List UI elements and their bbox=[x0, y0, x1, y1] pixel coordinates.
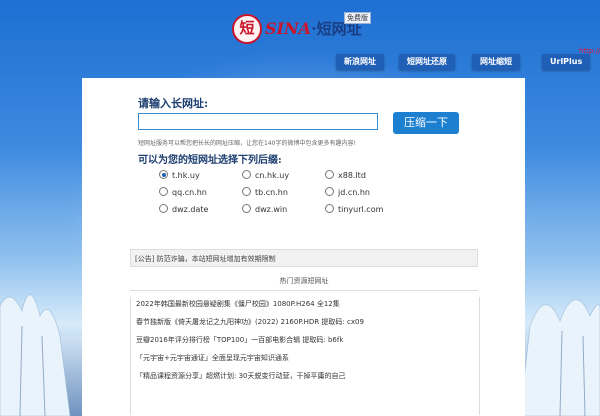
suffix-option[interactable]: x88.ltd bbox=[325, 170, 366, 180]
resource-link[interactable]: 「元宇宙+元宇宙通证」全面呈现元宇宙知识通系 bbox=[136, 353, 289, 363]
resource-link[interactable]: 「精品课程资源分享」超燃计划: 30天蜕变行动营，干掉平庸的自己 bbox=[136, 371, 346, 381]
overflow-text: http://... bbox=[579, 47, 600, 55]
hot-resources-title: 热门资源短网址 bbox=[279, 277, 329, 285]
service-hint: 短网址服务可以帮您把长长的网址压缩，让您在140字的微博中包含更多有趣内容! bbox=[138, 140, 356, 147]
resource-link[interactable]: 豆瓣2016年评分排行榜「TOP100」一百部电影合辑 提取码: b6fk bbox=[136, 335, 343, 345]
radio-icon[interactable] bbox=[159, 187, 168, 196]
suffix-option[interactable]: dwz.win bbox=[242, 204, 287, 214]
radio-icon[interactable] bbox=[325, 170, 334, 179]
sina-logo[interactable]: 短 SINA·短网址 免费版 bbox=[232, 12, 372, 46]
suffix-option[interactable]: tinyurl.com bbox=[325, 204, 383, 214]
nav-shorten-url[interactable]: 网址缩短 bbox=[472, 54, 520, 70]
suffix-option[interactable]: jd.cn.hn bbox=[325, 187, 370, 197]
free-badge: 免费版 bbox=[344, 12, 371, 24]
nav-urlplus[interactable]: UrlPlus bbox=[542, 54, 591, 70]
main-panel: 请输入长网址: 压缩一下 短网址服务可以帮您把长长的网址压缩，让您在140字的微… bbox=[82, 78, 525, 416]
radio-icon[interactable] bbox=[242, 204, 251, 213]
radio-icon[interactable] bbox=[159, 204, 168, 213]
resource-list: 2022年韩国最新校园悬疑剧集《僵尸校园》1080P.H264 全12集 春节独… bbox=[130, 297, 480, 415]
radio-icon[interactable] bbox=[242, 187, 251, 196]
radio-icon[interactable] bbox=[325, 204, 334, 213]
suffix-option[interactable]: qq.cn.hn bbox=[159, 187, 207, 197]
notice-bar: [公告] 防范诈骗，本站短网址增加有效期限制 bbox=[130, 249, 478, 267]
suffix-title: 可以为您的短网址选择下列后缀: bbox=[138, 155, 282, 166]
radio-checked-icon[interactable] bbox=[159, 170, 168, 179]
suffix-option[interactable]: dwz.date bbox=[159, 204, 208, 214]
page-title: 请输入长网址: bbox=[138, 97, 209, 110]
radio-icon[interactable] bbox=[242, 170, 251, 179]
nav-sina-url[interactable]: 新浪网址 bbox=[336, 54, 384, 70]
divider bbox=[130, 290, 478, 291]
resource-link[interactable]: 2022年韩国最新校园悬疑剧集《僵尸校园》1080P.H264 全12集 bbox=[136, 299, 340, 309]
suffix-option[interactable]: t.hk.uy bbox=[159, 170, 200, 180]
nav-restore-url[interactable]: 短网址还原 bbox=[399, 54, 455, 70]
resource-link[interactable]: 春节独新版《倚天屠龙记之九阳神功》(2022) 2160P.HDR 提取码: c… bbox=[136, 317, 364, 327]
shorten-button[interactable]: 压缩一下 bbox=[393, 112, 459, 134]
radio-icon[interactable] bbox=[325, 187, 334, 196]
logo-mark-icon: 短 bbox=[232, 14, 262, 44]
long-url-input[interactable] bbox=[138, 113, 378, 130]
header: 短 SINA·短网址 免费版 新浪网址 短网址还原 网址缩短 UrlPlus h… bbox=[0, 0, 600, 80]
suffix-option[interactable]: tb.cn.hn bbox=[242, 187, 288, 197]
suffix-option[interactable]: cn.hk.uy bbox=[242, 170, 289, 180]
